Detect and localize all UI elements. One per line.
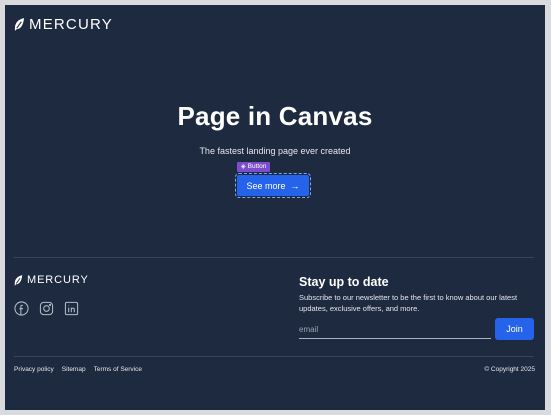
footer-links: Privacy policy Sitemap Terms of Service — [14, 366, 142, 373]
social-links — [14, 301, 79, 316]
logo-text: MERCURY — [29, 16, 113, 33]
see-more-button[interactable]: See more → — [235, 173, 311, 198]
page-canvas: MERCURY Page in Canvas The fastest landi… — [5, 5, 545, 410]
sitemap-link[interactable]: Sitemap — [62, 366, 86, 373]
newsletter-title: Stay up to date — [299, 275, 389, 289]
selection-tag[interactable]: ◈ Button — [237, 162, 271, 172]
privacy-policy-link[interactable]: Privacy policy — [14, 366, 54, 373]
instagram-icon[interactable] — [39, 301, 54, 316]
component-icon: ◈ — [241, 164, 246, 170]
footer-logo[interactable]: MERCURY — [14, 274, 89, 286]
footer-logo-text: MERCURY — [27, 274, 89, 286]
email-placeholder: email — [299, 325, 319, 334]
feather-icon — [14, 18, 25, 31]
hero-subtitle: The fastest landing page ever created — [199, 146, 351, 156]
linkedin-icon[interactable] — [64, 301, 79, 316]
email-field[interactable]: email — [299, 321, 491, 339]
footer-divider — [14, 257, 534, 258]
copyright-text: © Copyright 2025 — [484, 366, 535, 373]
hero-title: Page in Canvas — [177, 101, 373, 131]
header-logo[interactable]: MERCURY — [14, 16, 113, 33]
terms-of-service-link[interactable]: Terms of Service — [94, 366, 142, 373]
facebook-icon[interactable] — [14, 301, 29, 316]
newsletter-description: Subscribe to our newsletter to be the fi… — [299, 293, 518, 313]
feather-icon — [14, 274, 23, 286]
selection-tag-label: Button — [247, 163, 267, 170]
see-more-label: See more — [246, 180, 286, 191]
join-button[interactable]: Join — [495, 318, 534, 340]
footer-bottom-divider — [14, 356, 534, 357]
arrow-right-icon: → — [290, 180, 300, 191]
